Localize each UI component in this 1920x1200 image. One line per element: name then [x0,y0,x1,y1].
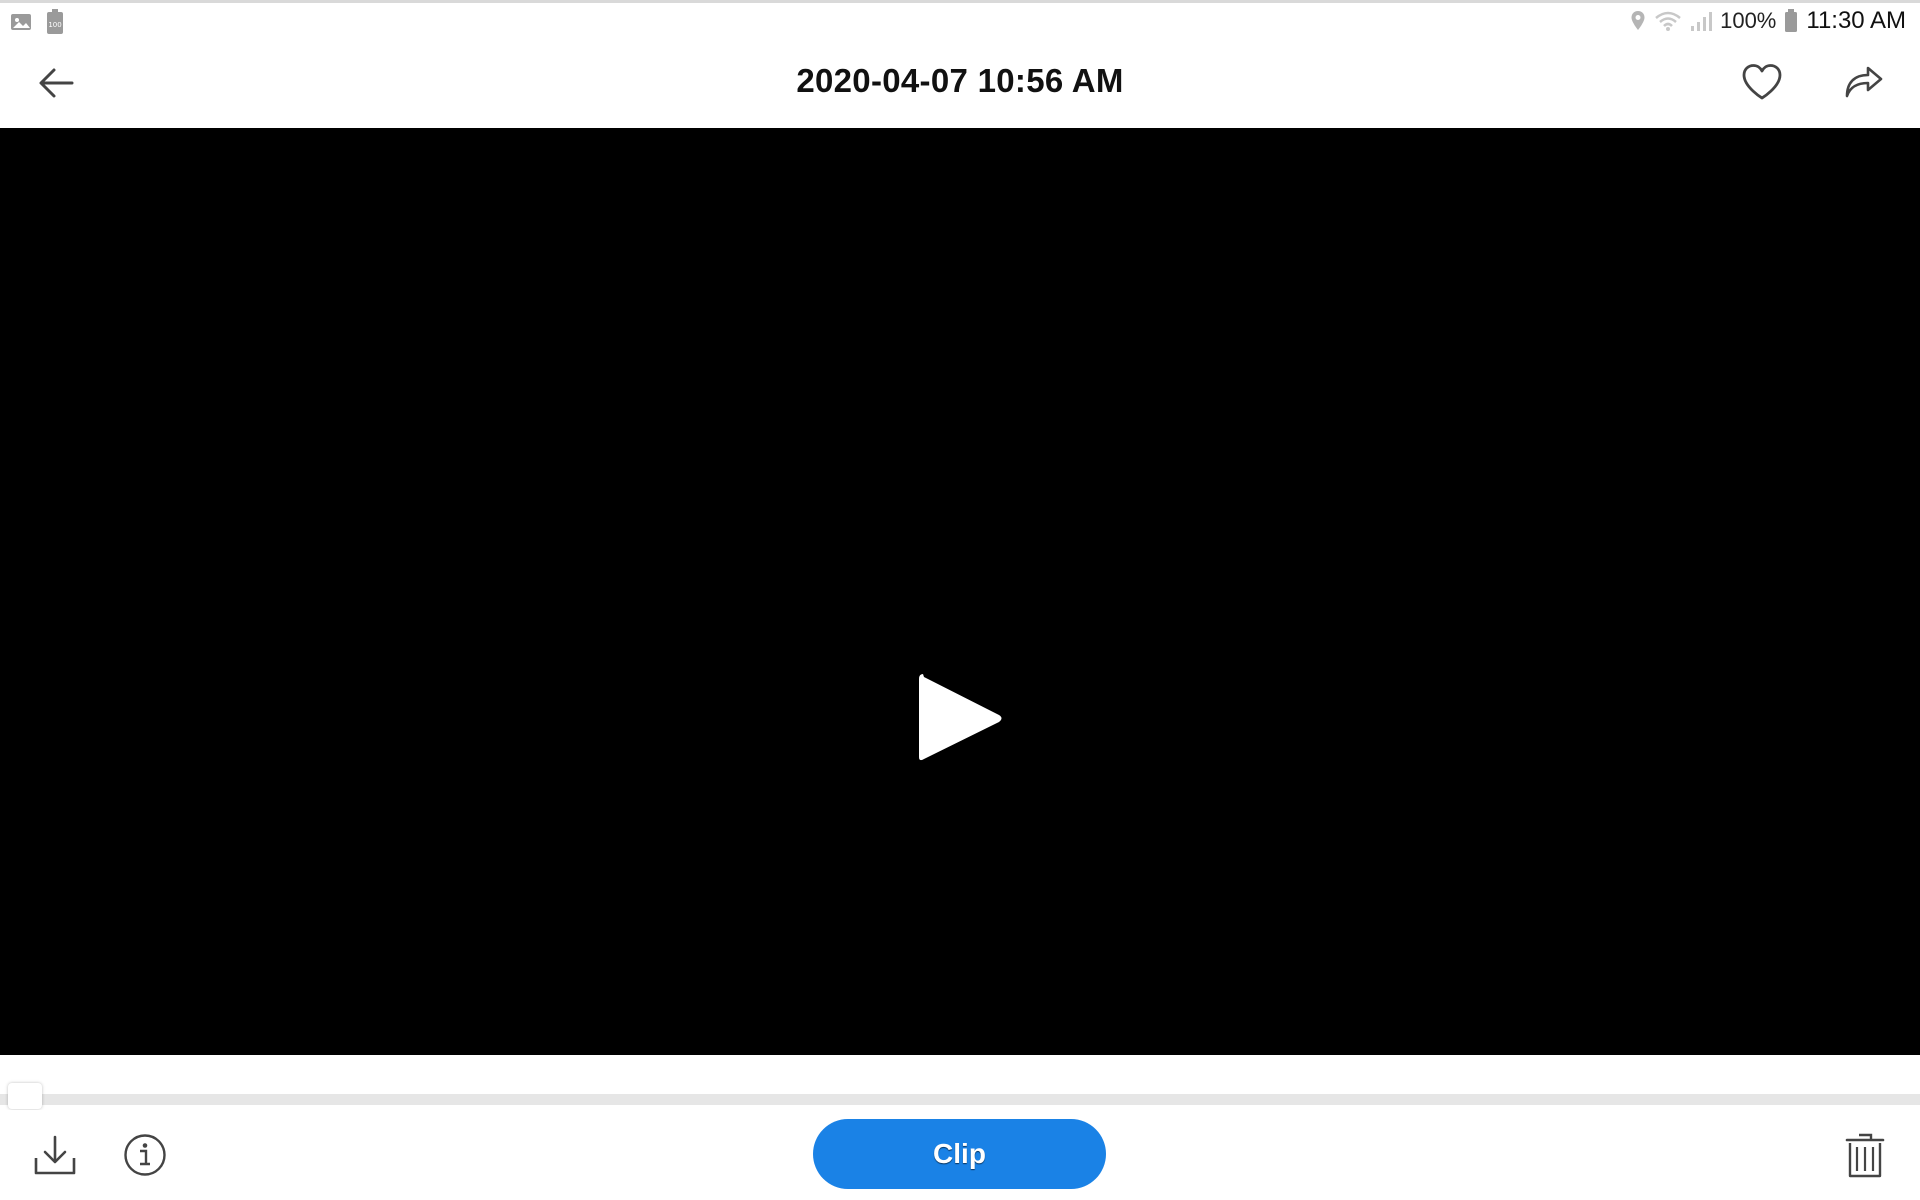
wifi-icon [1654,10,1682,32]
play-icon [919,674,1002,761]
bottom-toolbar: Clip [0,1110,1920,1200]
location-icon [1630,10,1646,32]
delete-button[interactable] [1840,1128,1890,1182]
heart-outline-icon [1742,64,1782,100]
video-player[interactable] [0,128,1920,1055]
seek-thumb[interactable] [8,1083,42,1109]
clip-button[interactable]: Clip [813,1119,1106,1189]
battery-100-icon: 100 [46,9,64,35]
share-forward-icon [1845,66,1883,98]
favorite-button[interactable] [1734,54,1790,110]
status-bar: 100 100% 11:30 AM [0,0,1920,38]
battery-badge-text: 100 [48,21,61,29]
status-time: 11:30 AM [1806,7,1906,34]
seek-track[interactable] [0,1094,1920,1105]
info-icon [124,1134,166,1176]
play-button[interactable] [910,668,1010,768]
signal-icon [1690,10,1713,32]
battery-percent: 100% [1720,8,1777,33]
seek-bar[interactable] [0,1055,1920,1110]
info-button[interactable] [120,1130,170,1180]
page-title: 2020-04-07 10:56 AM [796,62,1124,99]
status-bar-system: 100% 11:30 AM [1630,7,1906,35]
gallery-icon [10,12,32,32]
trash-icon [1845,1133,1885,1178]
app-bar: 2020-04-07 10:56 AM [0,38,1920,128]
share-button[interactable] [1836,54,1892,110]
download-button[interactable] [30,1130,80,1180]
status-bar-notifications: 100 [10,9,64,35]
download-icon [34,1135,76,1175]
battery-icon [1784,9,1798,33]
